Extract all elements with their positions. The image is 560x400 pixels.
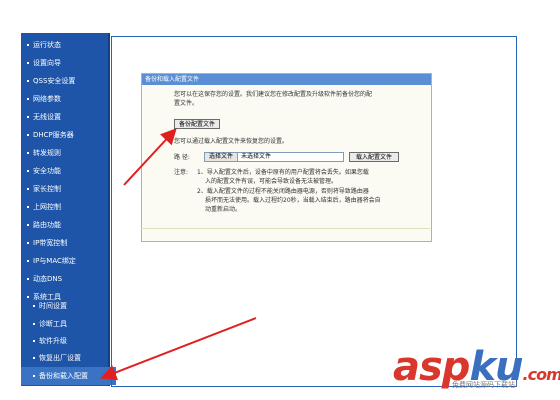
arrow-to-backup-button — [123, 128, 177, 186]
annotation-arrows — [100, 128, 257, 381]
arrow-to-backup-menu-item — [100, 317, 257, 381]
watermark-subtitle: 免费网站源码下载站! — [452, 381, 518, 389]
